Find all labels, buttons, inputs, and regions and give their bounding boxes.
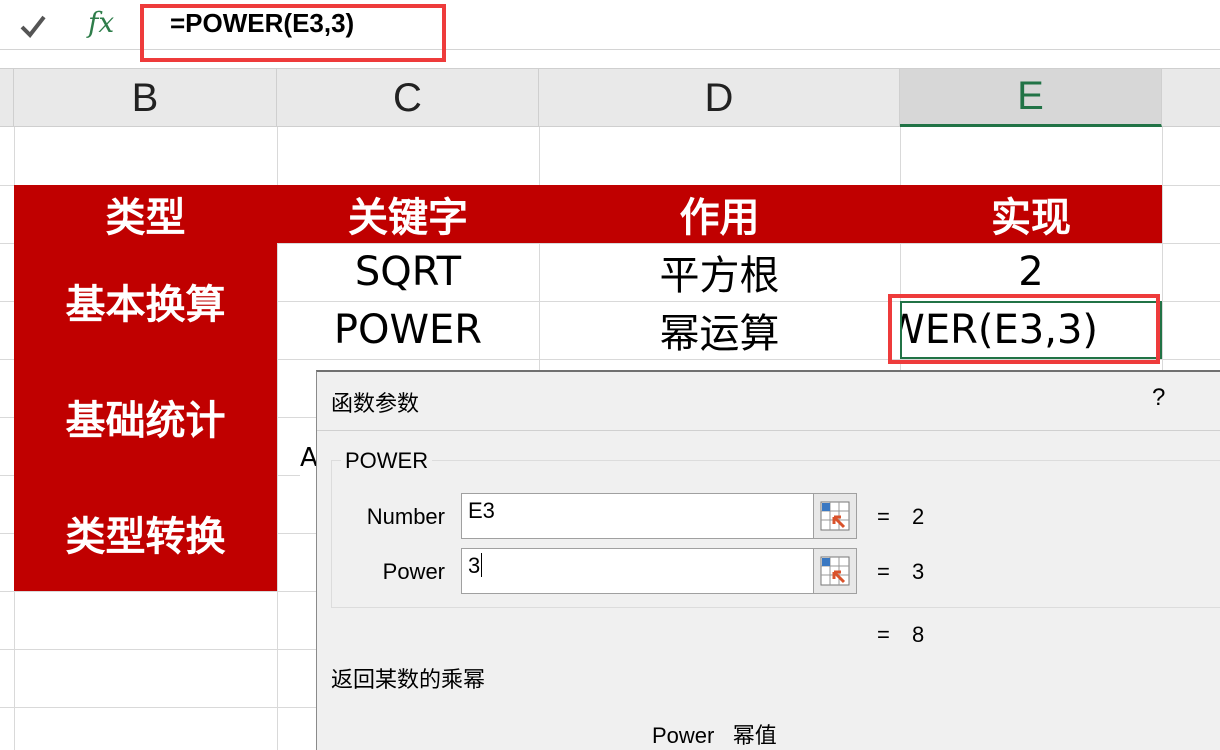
usage-cell[interactable]: 平方根	[540, 244, 899, 300]
number-input[interactable]: E3	[461, 493, 857, 539]
category-cell[interactable]: 类型转换	[14, 475, 277, 591]
function-arguments-dialog: 函数参数 ? POWER Number E3 = 2 Power 3 = 3 =…	[316, 370, 1220, 750]
category-cell[interactable]: 基础统计	[14, 359, 277, 475]
result-cell[interactable]: 2	[901, 244, 1161, 300]
header-cell-usage[interactable]: 作用	[539, 185, 900, 243]
formula-result: 8	[912, 622, 925, 647]
range-select-icon	[820, 556, 850, 586]
category-cell[interactable]: 基本换算	[14, 243, 277, 359]
power-input[interactable]: 3	[461, 548, 857, 594]
header-cell-keyword[interactable]: 关键字	[277, 185, 539, 243]
hidden-cell-text: A	[300, 440, 316, 476]
column-header-e[interactable]: E	[900, 69, 1162, 127]
collapse-dialog-button[interactable]	[813, 548, 857, 594]
column-header-row: B C D E	[0, 68, 1220, 127]
insert-function-icon[interactable]: fx	[88, 6, 114, 39]
dialog-title: 函数参数	[331, 391, 420, 416]
equals-sign: =	[877, 559, 890, 584]
help-button[interactable]: ?	[1152, 384, 1165, 412]
header-cell-type[interactable]: 类型	[14, 185, 277, 243]
keyword-cell[interactable]: SQRT	[278, 244, 538, 300]
equals-sign: =	[877, 504, 890, 529]
formula-highlight-box	[140, 4, 446, 62]
function-name: POWER	[341, 448, 433, 474]
number-result: 2	[912, 504, 925, 529]
row-header-corner[interactable]	[0, 69, 14, 127]
keyword-cell[interactable]: POWER	[278, 302, 538, 358]
usage-cell[interactable]: 幂运算	[540, 302, 899, 358]
column-header-b[interactable]: B	[14, 69, 277, 127]
header-cell-result[interactable]: 实现	[900, 185, 1162, 243]
text-caret	[481, 553, 483, 577]
column-header-c[interactable]: C	[277, 69, 539, 127]
cell-highlight-box	[888, 294, 1160, 364]
argument-description: Power 幂值	[652, 723, 777, 748]
column-header-f[interactable]	[1162, 69, 1220, 127]
column-header-d[interactable]: D	[539, 69, 900, 127]
collapse-dialog-button[interactable]	[813, 493, 857, 539]
function-description: 返回某数的乘幂	[331, 667, 486, 692]
equals-sign: =	[877, 622, 890, 647]
range-select-icon	[820, 501, 850, 531]
power-input-value: 3	[468, 553, 481, 578]
power-label: Power	[382, 559, 445, 584]
power-result: 3	[912, 559, 925, 584]
number-input-value: E3	[468, 498, 495, 523]
check-icon[interactable]	[18, 12, 48, 40]
dialog-separator	[317, 430, 1220, 431]
number-label: Number	[366, 504, 445, 529]
